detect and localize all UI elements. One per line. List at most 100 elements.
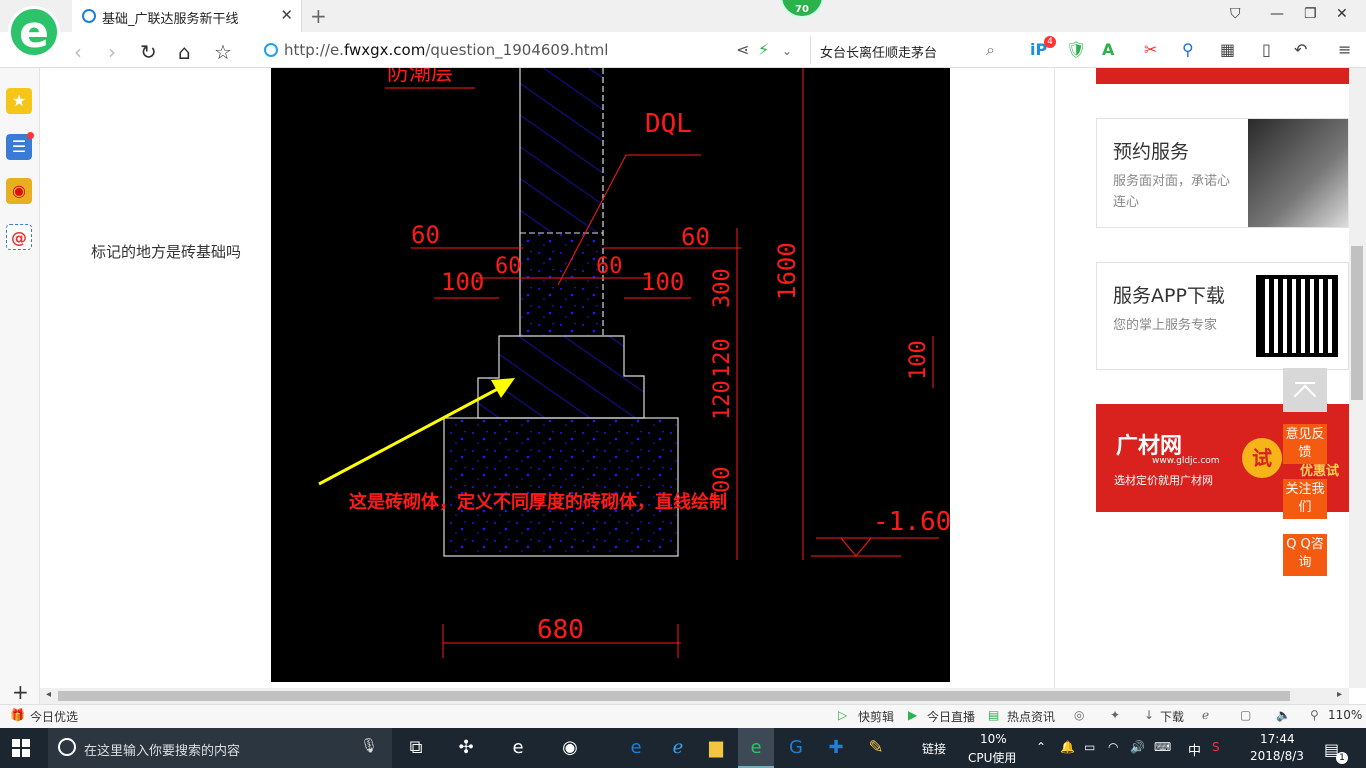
wifi-icon[interactable]: ◠ [1108,740,1118,754]
link-label[interactable]: 链接 [922,740,946,757]
window-icon[interactable]: ▢ [1240,708,1251,722]
download-icon: ↓ [1144,708,1155,722]
scroll-left-arrow-icon[interactable]: ◂ [46,689,51,700]
tab-active[interactable]: 基础_广联达服务新干线 ✕ [72,0,302,32]
ie-mode-icon[interactable]: ℯ [1202,708,1209,722]
follow-us-button[interactable]: 关注我们 [1283,479,1327,519]
ie-icon[interactable]: ℯ [660,733,696,763]
task-view-icon[interactable]: ⧉ [398,733,434,763]
restore-button[interactable]: ❐ [1304,6,1317,22]
tray-chevron-icon[interactable]: ⌃ [1036,740,1046,754]
volume-icon[interactable]: 🔊 [1130,740,1145,754]
zoom-level[interactable]: 110% [1328,708,1362,722]
qq-consult-button[interactable]: Q Q咨询 [1283,534,1327,576]
plus-app-icon[interactable]: ✚ [818,733,854,763]
keyboard-icon[interactable]: ⌨ [1154,740,1171,754]
appointment-card[interactable]: 预约服务 服务面对面，承诺心连心 [1096,118,1349,228]
feedback-button[interactable]: 意见反馈 [1283,424,1327,464]
security-icon[interactable] [264,43,278,57]
dim-100-far: 100 [906,340,931,380]
refresh-icon[interactable]: ↻ [140,40,157,64]
top-banner-strip[interactable] [1096,68,1349,84]
shirt-icon[interactable]: ⛉ [1230,6,1241,22]
reader-icon[interactable]: ▯ [1262,40,1271,59]
search-icon[interactable]: ⌕ [986,40,995,60]
weibo-icon[interactable]: ◉ [6,178,32,204]
banner-url: www.gldjc.com [1152,456,1220,466]
windows-logo-icon [12,739,30,757]
download-link[interactable]: 下载 [1160,708,1184,725]
scroll-right-arrow-icon[interactable]: ▸ [1337,689,1342,700]
scissors-icon[interactable]: ✂ [1144,40,1157,59]
dim-100-left: 100 [441,268,484,296]
clock-time[interactable]: 17:44 [1260,732,1295,746]
browser-logo-icon[interactable]: e [8,6,60,58]
app-swirl-icon[interactable]: ◉ [552,733,588,763]
battery-icon[interactable]: ▭ [1084,740,1095,754]
url-prefix: http://e. [284,41,344,59]
back-icon[interactable]: ‹ [74,40,82,64]
wall-hatch [520,68,603,233]
today-live-link[interactable]: 今日直播 [927,708,975,725]
brick-footing [477,335,645,419]
notification-badge: 4 [1044,36,1056,48]
apps-grid-icon[interactable]: ▦ [1220,40,1235,59]
microphone-icon[interactable]: 🎙 [360,738,378,754]
app-download-subtitle: 您的掌上服务专家 [1113,318,1218,333]
sogou-icon[interactable]: S [1212,740,1220,754]
forward-icon[interactable]: › [108,40,116,64]
new-tab-button[interactable]: + [310,4,327,28]
back-to-top-button[interactable] [1283,368,1327,412]
tab-close-icon[interactable]: ✕ [280,6,293,24]
kuaijianji-link[interactable]: 快剪辑 [858,708,894,725]
search-input[interactable]: 女台长离任顺走茅台 [820,42,937,61]
clock-date[interactable]: 2018/8/3 [1250,749,1304,763]
taskbar-search[interactable]: 在这里输入你要搜索的内容 🎙 [48,728,392,768]
windows-start-button[interactable] [12,739,30,761]
banner-slogan: 选材定价就用广材网 [1114,474,1213,487]
undo-icon[interactable]: ↶ [1294,40,1307,59]
home-icon[interactable]: ⌂ [178,40,191,64]
lightning-icon[interactable]: ⚡ [758,40,769,59]
tools-icon[interactable]: ✦ [1110,708,1120,722]
live-icon: ▶ [908,708,918,722]
shield-yuan-icon[interactable]: 🛡 [1066,40,1086,59]
news-grid-icon: ▤ [988,708,1000,722]
glodon-icon[interactable]: G [778,733,814,763]
favorite-star-icon[interactable]: ☆ [214,40,232,64]
cpu-label: CPU使用 [968,751,1017,765]
browser-2345-icon[interactable]: e [738,733,774,763]
magnifier-icon[interactable]: ⚲ [1182,40,1194,59]
app-download-card[interactable]: 服务APP下载 您的掌上服务专家 [1096,262,1349,370]
vertical-scroll-thumb[interactable] [1351,246,1363,400]
horizontal-scroll-thumb[interactable] [58,691,1290,701]
file-explorer-icon[interactable]: ▆ [698,733,734,763]
dropdown-chevron-icon[interactable]: ⌄ [782,44,792,58]
menu-icon[interactable]: ≡ [1338,40,1351,59]
address-bar[interactable]: http://e.fwxgx.com/question_1904609.html [284,41,608,59]
share-icon[interactable]: ⋖ [736,40,749,59]
close-window-button[interactable]: ✕ [1336,6,1348,22]
action-center-count: 1 [1336,752,1348,764]
favorites-icon[interactable]: ★ [6,88,32,114]
fan-app-icon[interactable]: ✣ [448,733,484,763]
edge-icon[interactable]: e [500,733,536,763]
appointment-title: 预约服务 [1113,141,1190,163]
notes-app-icon[interactable]: ✎ [858,733,894,763]
sound-icon[interactable]: 🔈 [1276,708,1291,722]
qr-code-icon [1256,275,1338,357]
notification-bell-icon[interactable]: 🔔 [1060,740,1075,754]
today-pick-link[interactable]: 今日优选 [30,708,78,725]
add-sidebar-button[interactable]: + [12,680,29,704]
minimize-button[interactable]: — [1270,6,1284,22]
question-text: 标记的地方是砖基础吗 [91,243,242,261]
cad-svg: 防潮层 DQL 60 60 60 60 100 100 300 120 120 … [318,68,950,658]
translate-icon[interactable]: A [1102,40,1114,59]
url-domain: fwxgx.com [343,41,426,59]
speed-icon[interactable]: ◎ [1074,708,1084,722]
hot-news-link[interactable]: 热点资讯 [1007,708,1055,725]
ime-indicator[interactable]: 中 [1188,740,1201,759]
edge-blue-icon[interactable]: e [618,733,654,763]
mail-icon[interactable]: @ [6,224,32,250]
chevron-up-icon [1293,384,1317,408]
